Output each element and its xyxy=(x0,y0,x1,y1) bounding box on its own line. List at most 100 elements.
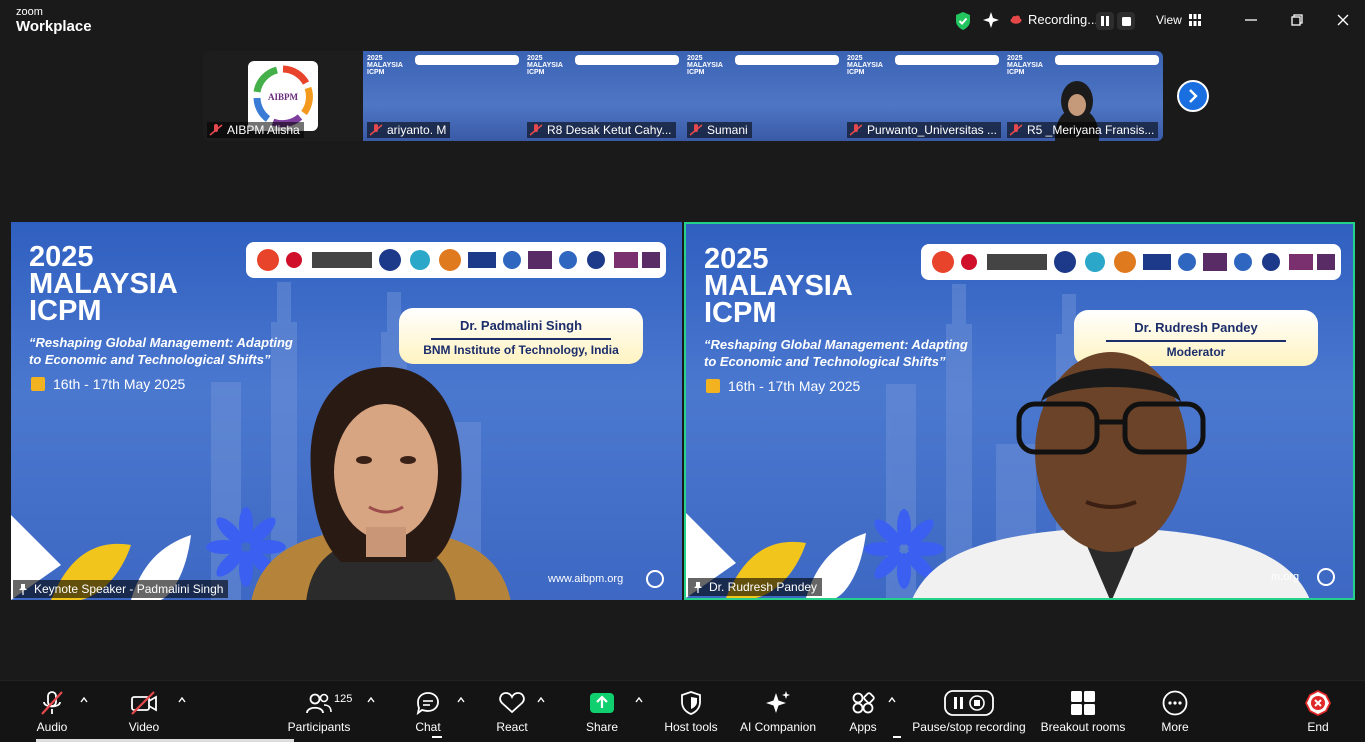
chat-button[interactable]: Chat xyxy=(408,689,448,737)
more-label: More xyxy=(1161,720,1189,734)
participants-count: 125 xyxy=(334,693,353,705)
apps-icon xyxy=(852,692,875,714)
apps-indicator-line xyxy=(893,736,901,738)
thumb-title: 2025 MALAYSIA ICPM xyxy=(527,55,563,76)
view-button[interactable]: View xyxy=(1156,13,1201,27)
host-tools-label: Host tools xyxy=(664,720,718,734)
globe-icon xyxy=(1317,568,1335,586)
participants-icon xyxy=(306,693,332,714)
logo-bar xyxy=(415,55,519,65)
participants-options-chevron-icon[interactable] xyxy=(367,697,375,703)
close-icon[interactable] xyxy=(1335,12,1351,28)
share-options-chevron-icon[interactable] xyxy=(635,697,643,703)
chat-options-chevron-icon[interactable] xyxy=(457,697,465,703)
website-url: www.aibpm.org xyxy=(548,573,624,585)
brand-small: zoom xyxy=(16,6,43,18)
apps-label: Apps xyxy=(849,720,877,734)
pause-recording-button[interactable] xyxy=(1096,12,1114,30)
participant-name: Purwanto_Universitas ... xyxy=(847,122,1001,138)
sponsor-logos xyxy=(257,249,660,271)
participant-strip: AIBPM AIBPM Alisha 2025 MALAYSIA ICPM ar… xyxy=(203,51,1163,141)
title-bar: zoom Workplace Recording... View xyxy=(0,0,1365,42)
spotlight-pin-icon xyxy=(694,581,702,593)
moderator-name: Dr. Rudresh Pandey xyxy=(1134,320,1258,335)
speaker-name: Dr. Padmalini Singh xyxy=(459,318,583,333)
participant-name: R8 Desak Ketut Cahy... xyxy=(527,122,676,138)
sponsor-logos-bar xyxy=(246,242,666,278)
minimize-icon[interactable] xyxy=(1243,12,1259,28)
video-tile-active-speaker[interactable]: 2025 MALAYSIA ICPM “Reshaping Global Man… xyxy=(684,222,1355,600)
ai-companion-button[interactable]: AI Companion xyxy=(738,689,818,737)
stop-icon xyxy=(1121,16,1131,26)
calendar-icon xyxy=(31,377,45,391)
divider xyxy=(431,338,611,340)
aibpm-logo-ring-icon: AIBPM xyxy=(253,65,313,128)
audio-options-chevron-icon[interactable] xyxy=(80,697,88,703)
participant-tile[interactable]: 2025 MALAYSIA ICPM Purwanto_Universitas … xyxy=(843,51,1003,141)
globe-icon xyxy=(646,570,664,588)
muted-mic-icon xyxy=(209,124,223,136)
pause-stop-recording-button[interactable]: Pause/stop recording xyxy=(910,689,1028,737)
ai-companion-label: AI Companion xyxy=(739,720,817,734)
apps-options-chevron-icon[interactable] xyxy=(888,697,896,703)
muted-mic-icon xyxy=(689,124,703,136)
pause-icon xyxy=(1101,16,1109,26)
end-meeting-button[interactable]: End xyxy=(1298,689,1338,737)
breakout-rooms-icon xyxy=(1071,691,1095,715)
recording-indicator[interactable]: Recording... xyxy=(1010,12,1098,27)
breakout-label: Breakout rooms xyxy=(1040,720,1126,734)
pause-stop-label: Pause/stop recording xyxy=(912,720,1026,734)
video-tile-speaker[interactable]: 2025 MALAYSIA ICPM “Reshaping Global Man… xyxy=(11,222,682,600)
conference-title: 2025 MALAYSIA ICPM xyxy=(704,243,853,329)
pause-stop-recording-icon xyxy=(944,690,994,716)
participant-tile[interactable]: 2025 MALAYSIA ICPM R5 _Meriyana Fransis.… xyxy=(1003,51,1163,141)
react-options-chevron-icon[interactable] xyxy=(537,697,545,703)
participant-tile[interactable]: 2025 MALAYSIA ICPM R8 Desak Ketut Cahy..… xyxy=(523,51,683,141)
ai-sparkle-icon[interactable] xyxy=(982,11,1000,29)
zoom-workplace-logo: zoom Workplace xyxy=(16,6,92,35)
more-button[interactable]: More xyxy=(1155,689,1195,737)
share-button[interactable]: Share xyxy=(582,689,622,737)
next-page-button[interactable] xyxy=(1177,80,1209,112)
thumb-title: 2025 MALAYSIA ICPM xyxy=(687,55,723,76)
host-tools-button[interactable]: Host tools xyxy=(660,689,722,737)
chat-label: Chat xyxy=(415,720,441,734)
muted-mic-icon xyxy=(41,691,63,715)
stop-recording-button[interactable] xyxy=(1117,12,1135,30)
participant-tile[interactable]: 2025 MALAYSIA ICPM Sumani xyxy=(683,51,843,141)
participant-tile[interactable]: 2025 MALAYSIA ICPM ariyanto. M xyxy=(363,51,523,141)
muted-mic-icon xyxy=(1009,124,1023,136)
breakout-rooms-button[interactable]: Breakout rooms xyxy=(1038,689,1128,737)
video-button[interactable]: Video xyxy=(122,689,166,737)
thumb-title: 2025 MALAYSIA ICPM xyxy=(367,55,403,76)
svg-text:AIBPM: AIBPM xyxy=(268,92,299,102)
grid-view-icon xyxy=(1188,14,1201,26)
audio-button[interactable]: Audio xyxy=(30,689,74,737)
logo-bar xyxy=(575,55,679,65)
encryption-shield-icon[interactable] xyxy=(954,11,972,31)
heart-icon xyxy=(499,692,525,714)
restore-icon[interactable] xyxy=(1289,12,1305,28)
participant-name-label: Dr. Rudresh Pandey xyxy=(688,578,823,596)
conference-date: 16th - 17th May 2025 xyxy=(706,378,860,394)
sponsor-logos-bar xyxy=(921,244,1341,280)
cloud-recording-icon xyxy=(1010,15,1022,24)
logo-bar xyxy=(735,55,839,65)
thumb-title: 2025 MALAYSIA ICPM xyxy=(847,55,883,76)
spotlight-pin-icon xyxy=(19,583,27,595)
audio-label: Audio xyxy=(36,720,68,734)
website-url: m.org xyxy=(1271,571,1300,583)
logo-bar xyxy=(895,55,999,65)
muted-mic-icon xyxy=(529,124,543,136)
ai-sparkle-icon xyxy=(766,691,790,713)
apps-button[interactable]: Apps xyxy=(843,689,883,737)
chat-icon xyxy=(416,692,439,715)
conference-date: 16th - 17th May 2025 xyxy=(31,376,185,392)
participant-tile[interactable]: AIBPM AIBPM Alisha xyxy=(203,51,363,141)
react-button[interactable]: React xyxy=(492,689,532,737)
react-label: React xyxy=(496,720,528,734)
video-options-chevron-icon[interactable] xyxy=(178,697,186,703)
host-shield-icon xyxy=(681,691,701,715)
aibpm-logo: AIBPM xyxy=(248,61,318,131)
participant-name: R5 _Meriyana Fransis... xyxy=(1007,122,1159,138)
